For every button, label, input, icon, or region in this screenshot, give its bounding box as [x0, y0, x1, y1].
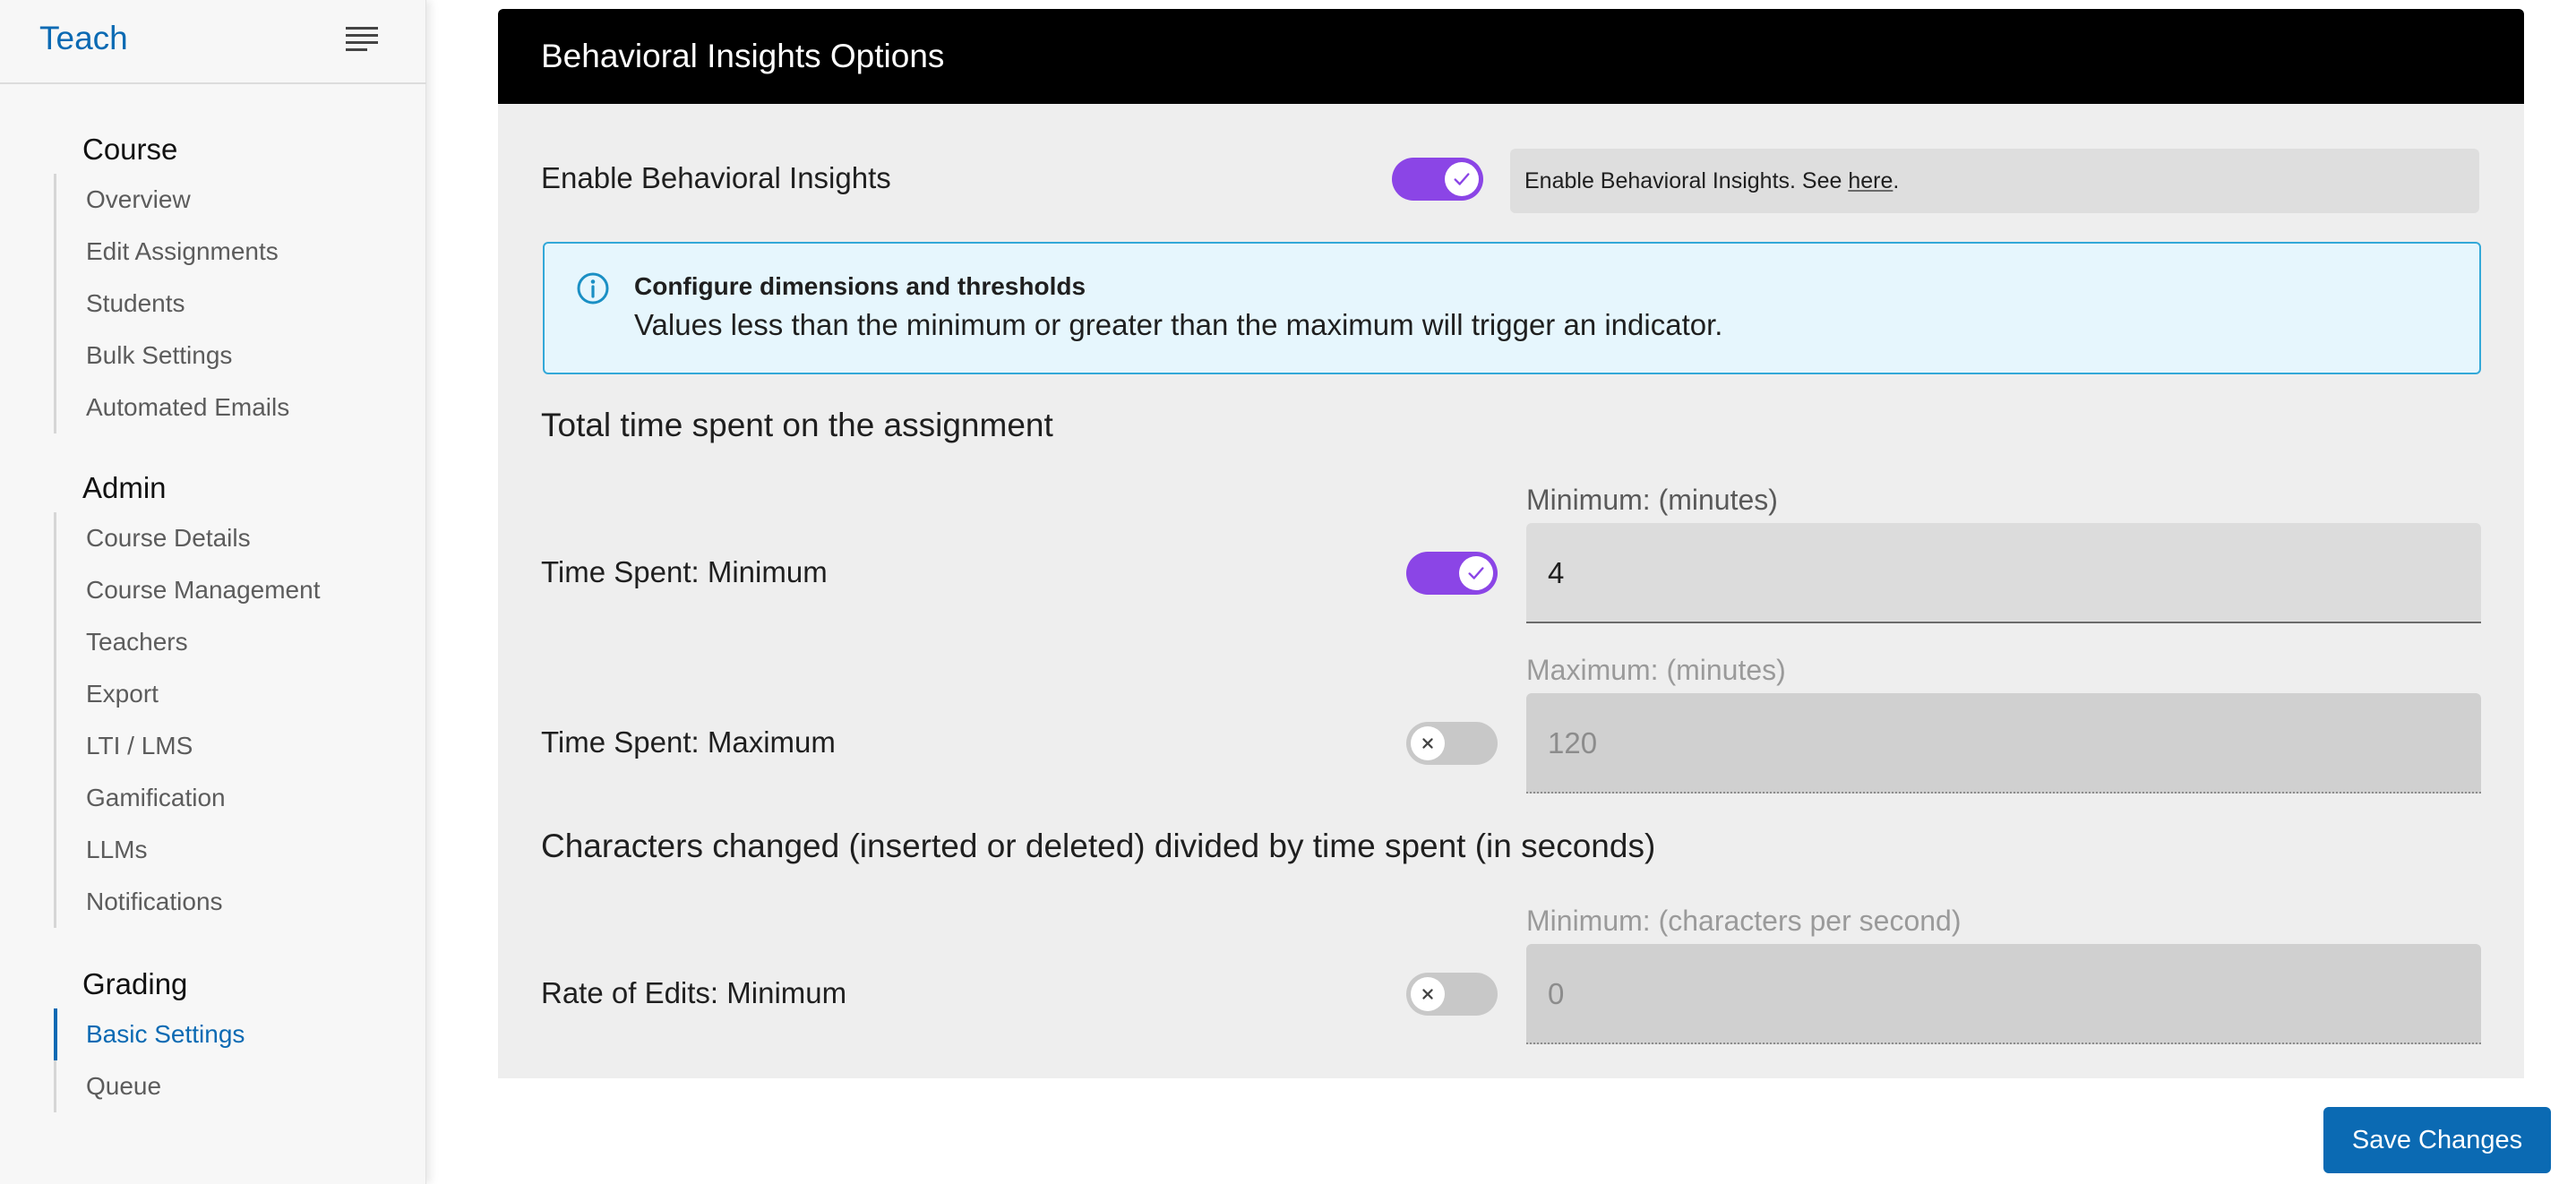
sidebar: Teach Course Overview Edit Assignments S… [0, 0, 426, 1184]
sidebar-item-course-details[interactable]: Course Details [56, 512, 320, 564]
section-title-time-spent: Total time spent on the assignment [541, 407, 1053, 443]
info-title: Configure dimensions and thresholds [634, 272, 1086, 300]
sidebar-item-basic-settings[interactable]: Basic Settings [54, 1008, 245, 1060]
check-icon [1445, 162, 1479, 196]
enable-insights-label: Enable Behavioral Insights [541, 161, 891, 194]
rate-of-edits-min-toggle[interactable] [1406, 973, 1498, 1016]
time-spent-max-label: Time Spent: Maximum [541, 725, 836, 759]
info-icon [575, 270, 611, 306]
sidebar-item-llms[interactable]: LLMs [56, 824, 320, 876]
sidebar-item-overview[interactable]: Overview [56, 174, 289, 226]
sidebar-item-export[interactable]: Export [56, 668, 320, 720]
sidebar-item-students[interactable]: Students [56, 278, 289, 330]
divider [0, 82, 426, 84]
time-spent-min-toggle[interactable] [1406, 552, 1498, 595]
time-spent-min-input[interactable]: 4 [1526, 523, 2481, 623]
rate-of-edits-min-field-label: Minimum: (characters per second) [1526, 905, 1962, 937]
rate-of-edits-min-input[interactable]: 0 [1526, 944, 2481, 1044]
nav-list: Course Details Course Management Teacher… [54, 512, 320, 928]
info-callout: Configure dimensions and thresholds Valu… [543, 242, 2481, 374]
help-text: Enable Behavioral Insights. See [1524, 168, 1849, 193]
sidebar-item-course-management[interactable]: Course Management [56, 564, 320, 616]
sidebar-item-gamification[interactable]: Gamification [56, 772, 320, 824]
help-link[interactable]: here [1848, 168, 1893, 193]
time-spent-max-input[interactable]: 120 [1526, 693, 2481, 794]
time-spent-max-toggle[interactable] [1406, 722, 1498, 765]
check-icon [1459, 556, 1493, 590]
nav-group-title: Grading [82, 967, 188, 1000]
sidebar-item-automated-emails[interactable]: Automated Emails [56, 382, 289, 433]
nav-group-grading: Grading Basic Settings Queue [54, 960, 245, 1112]
time-spent-min-field-label: Minimum: (minutes) [1526, 484, 1778, 516]
info-text: Values less than the minimum or greater … [634, 308, 1723, 341]
close-icon [1411, 977, 1445, 1011]
nav-group-title: Admin [82, 471, 167, 504]
nav-list: Overview Edit Assignments Students Bulk … [54, 174, 289, 433]
enable-insights-help: Enable Behavioral Insights. See here. [1510, 149, 2479, 213]
nav-group-title: Course [82, 133, 178, 166]
behavioral-insights-panel: Behavioral Insights Options Enable Behav… [498, 9, 2524, 1078]
save-changes-button[interactable]: Save Changes [2323, 1107, 2551, 1173]
panel-title: Behavioral Insights Options [498, 9, 2524, 104]
time-spent-max-field-label: Maximum: (minutes) [1526, 654, 1786, 686]
time-spent-min-label: Time Spent: Minimum [541, 555, 828, 588]
enable-insights-toggle[interactable] [1392, 158, 1483, 201]
close-icon [1411, 726, 1445, 760]
sidebar-item-bulk-settings[interactable]: Bulk Settings [56, 330, 289, 382]
brand-logo[interactable]: Teach [39, 20, 128, 57]
nav-group-admin: Admin Course Details Course Management T… [54, 464, 320, 928]
nav-list: Basic Settings Queue [54, 1008, 245, 1112]
sidebar-item-teachers[interactable]: Teachers [56, 616, 320, 668]
menu-icon[interactable] [346, 27, 378, 54]
rate-of-edits-min-label: Rate of Edits: Minimum [541, 976, 847, 1009]
sidebar-item-notifications[interactable]: Notifications [56, 876, 320, 928]
sidebar-item-edit-assignments[interactable]: Edit Assignments [56, 226, 289, 278]
sidebar-item-lti-lms[interactable]: LTI / LMS [56, 720, 320, 772]
help-text-suffix: . [1893, 168, 1900, 193]
nav-group-course: Course Overview Edit Assignments Student… [54, 125, 289, 433]
section-title-rate-of-edits: Characters changed (inserted or deleted)… [541, 828, 1656, 864]
sidebar-item-queue[interactable]: Queue [56, 1060, 245, 1112]
